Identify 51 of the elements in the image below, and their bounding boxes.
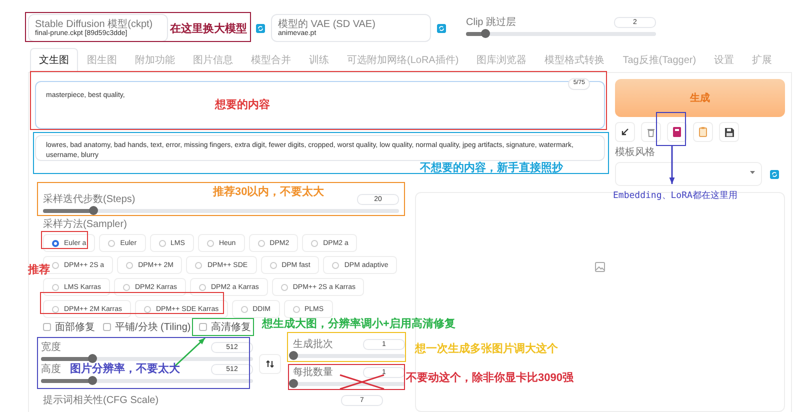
slider-label: 提示词相关性(CFG Scale) [43,395,159,406]
slider-label: Clip 跳过层 [466,17,516,28]
refresh-icon[interactable] [437,24,446,32]
arrow-icon [621,128,629,136]
annotation-note: Embedding、LoRA都在这里用 [613,190,738,202]
paste-button[interactable] [615,122,635,142]
style-label: 模板风格 [615,147,655,158]
slider-thumb[interactable] [88,354,97,363]
slider-thumb[interactable] [88,206,98,215]
swap-button[interactable] [259,354,281,374]
refresh-icon[interactable] [256,24,265,32]
extra-networks-button[interactable] [667,122,687,142]
clipboard-button[interactable] [693,122,713,142]
annotation-note: 想一次生成多张图片调大这个 [415,342,558,356]
annotation-note: 图片分辨率，不要太大 [70,362,180,376]
swap-icon [266,360,274,368]
floppy-icon [724,128,734,136]
slider-label: 生成批次 [293,339,333,350]
annotation-note: 想生成大图，分辨率调小+启用高清修复 [262,316,456,331]
trash-icon [647,128,655,136]
annotation-note: 推荐30以内，不要太大 [213,184,324,199]
tab[interactable]: 文生图 [30,48,78,72]
annotation-note: 在这里换大模型 [170,22,247,36]
sampler-label: 采样方法(Sampler) [42,218,128,230]
checkbox-option[interactable]: 面部修复 [43,320,95,334]
highlight-frame [41,231,88,249]
clipboard-icon [699,127,707,137]
cross-mark [340,374,384,390]
highlight-frame [656,112,686,146]
save-button[interactable] [719,122,739,142]
slider-thumb[interactable] [481,29,490,38]
slider-label: 宽度 [41,342,61,353]
slider-thumb[interactable] [289,379,298,388]
checkbox-option[interactable]: 平铺/分块 (Tiling) [103,320,191,334]
image-icon [595,262,605,272]
book-icon [673,127,681,137]
annotation-note: 想要的内容 [215,98,270,112]
slider-label: 采样迭代步数(Steps) [43,194,136,205]
checkbox-option[interactable]: 高清修复 [198,320,251,334]
slider-track[interactable] [41,357,253,361]
slider-thumb[interactable] [88,376,97,385]
slider-label: 高度 [41,364,61,375]
caret-icon [750,171,755,174]
annotation-note: 不想要的内容，新手直接照抄 [420,160,563,175]
refresh-icon[interactable] [770,170,779,178]
slider-label: 每批数量 [293,367,333,378]
clear-button[interactable] [641,122,661,142]
slider-thumb[interactable] [289,351,298,360]
slider-track[interactable] [41,379,253,383]
arrow [669,146,675,184]
annotation-note: 不要动这个，除非你显卡比3090强 [406,370,574,385]
